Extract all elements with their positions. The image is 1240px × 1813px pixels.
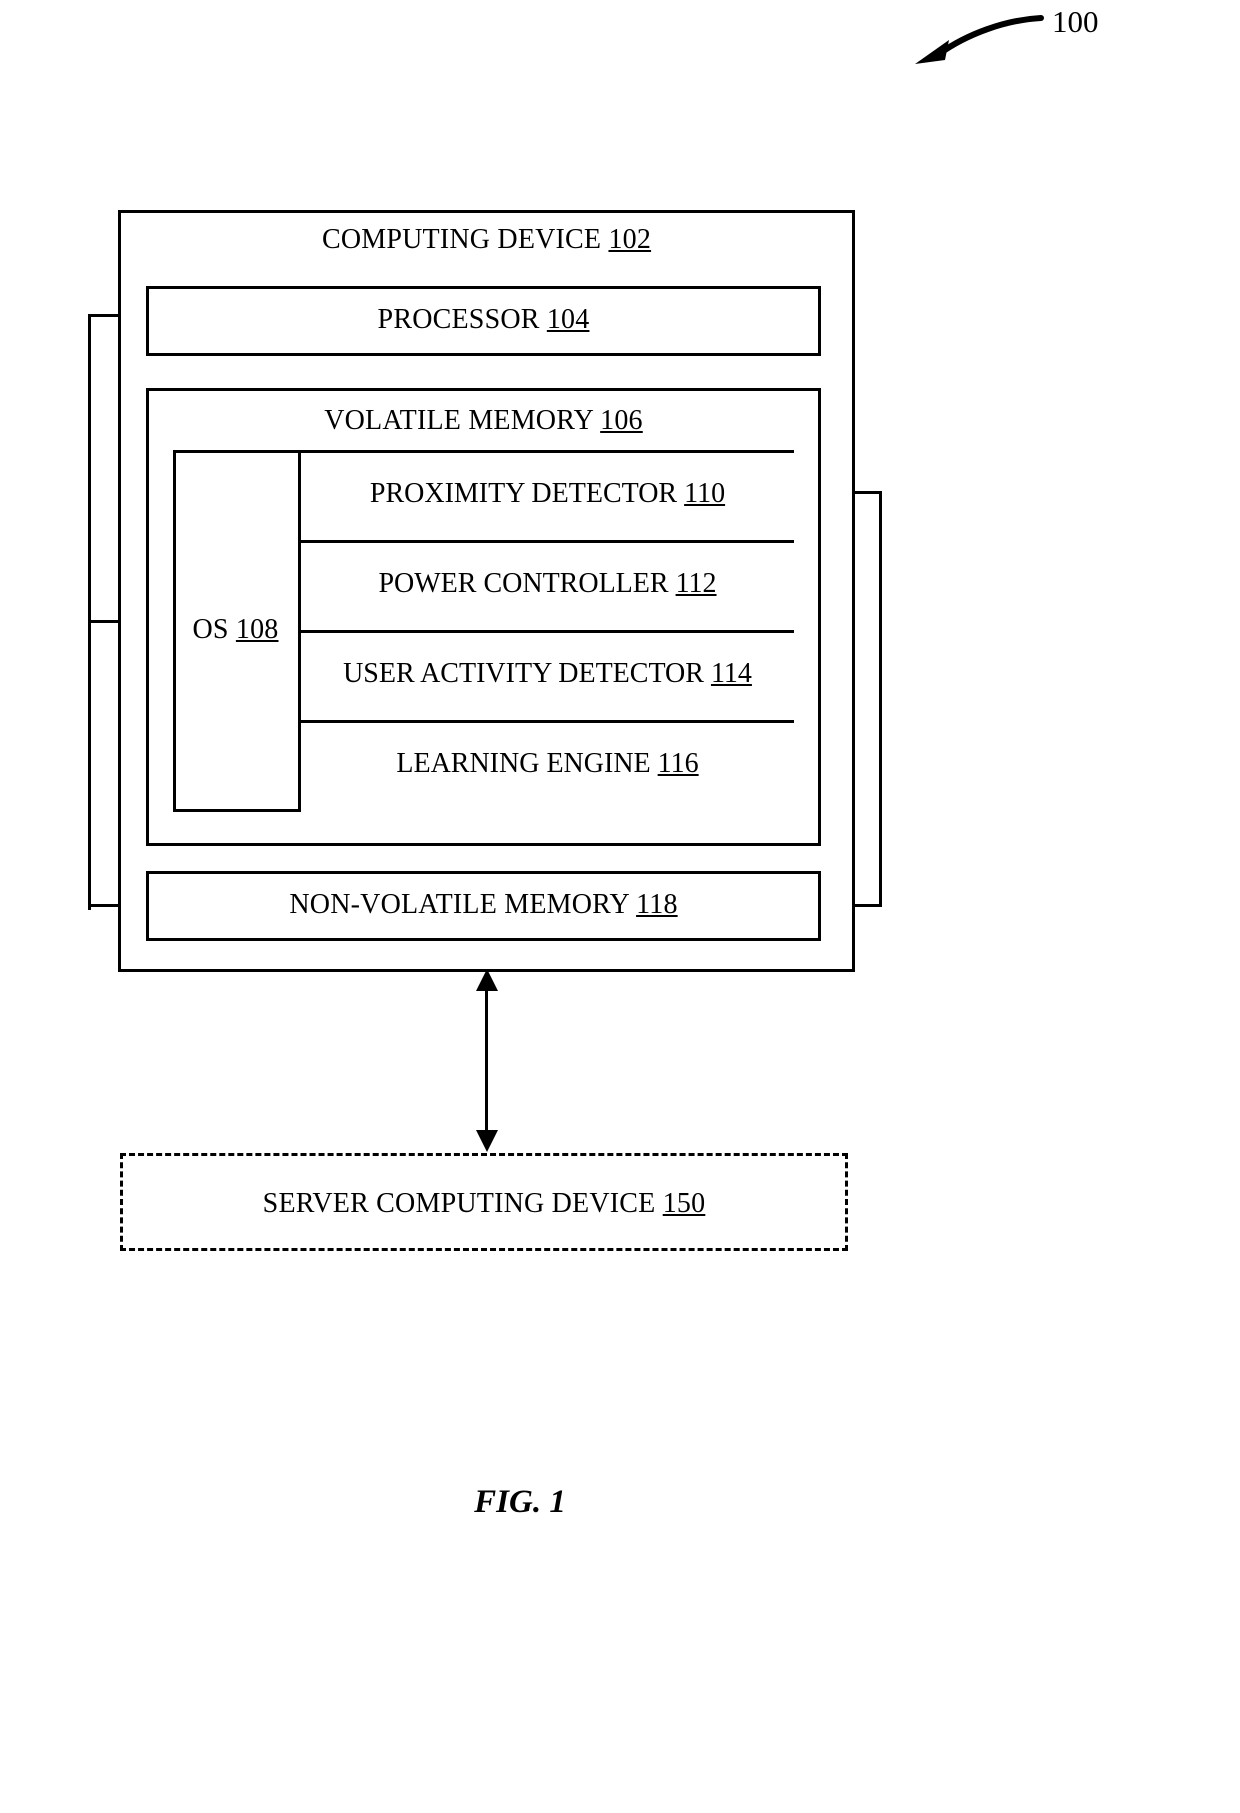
os-label: OS [192, 614, 229, 645]
patent-figure-page: 100 COMPUTING DEVICE 102 PROCESSOR 104 V… [0, 0, 1240, 1813]
user-activity-detector-label: USER ACTIVITY DETECTOR [343, 658, 704, 689]
processor-title: PROCESSOR 104 [146, 304, 821, 336]
server-computing-device-numeral: 150 [662, 1188, 706, 1219]
processor-label: PROCESSOR [377, 304, 540, 335]
power-controller-numeral: 112 [675, 568, 717, 599]
computing-device-numeral: 102 [608, 224, 652, 255]
power-controller-label: POWER CONTROLLER [378, 568, 669, 599]
non-volatile-memory-title: NON-VOLATILE MEMORY 118 [146, 889, 821, 921]
user-activity-detector-numeral: 114 [710, 658, 752, 689]
non-volatile-memory-numeral: 118 [636, 889, 678, 920]
arrowhead-device-to-server-down [476, 1130, 498, 1152]
learning-engine-numeral: 116 [657, 748, 699, 779]
learning-engine-label: LEARNING ENGINE [396, 748, 651, 779]
proximity-detector-numeral: 110 [684, 478, 726, 509]
server-computing-device-title: SERVER COMPUTING DEVICE 150 [120, 1188, 848, 1220]
computing-device-title: COMPUTING DEVICE 102 [118, 224, 855, 256]
processor-numeral: 104 [546, 304, 590, 335]
proximity-detector-label: PROXIMITY DETECTOR [369, 478, 678, 509]
volatile-memory-title: VOLATILE MEMORY 106 [146, 405, 821, 437]
computing-device-label: COMPUTING DEVICE [321, 224, 602, 255]
server-computing-device-label: SERVER COMPUTING DEVICE [262, 1188, 656, 1219]
module-label-learning-engine: LEARNING ENGINE 116 [301, 748, 794, 780]
connector-device-to-server [485, 988, 488, 1134]
figure-reference-curved-arrow-icon [915, 15, 1044, 64]
right-bus-line [879, 491, 882, 907]
non-volatile-memory-label: NON-VOLATILE MEMORY [289, 889, 629, 920]
module-label-user-activity-detector: USER ACTIVITY DETECTOR 114 [301, 658, 794, 690]
os-numeral: 108 [235, 614, 279, 645]
figure-caption: FIG. 1 [474, 1484, 566, 1520]
figure-reference-numeral: 100 [1052, 4, 1099, 39]
module-label-proximity-detector: PROXIMITY DETECTOR 110 [301, 478, 794, 510]
volatile-memory-numeral: 106 [600, 405, 643, 436]
module-label-power-controller: POWER CONTROLLER 112 [301, 568, 794, 600]
os-title: OS 108 [173, 614, 298, 646]
left-bus-line [88, 314, 91, 910]
volatile-memory-label: VOLATILE MEMORY [324, 405, 593, 436]
